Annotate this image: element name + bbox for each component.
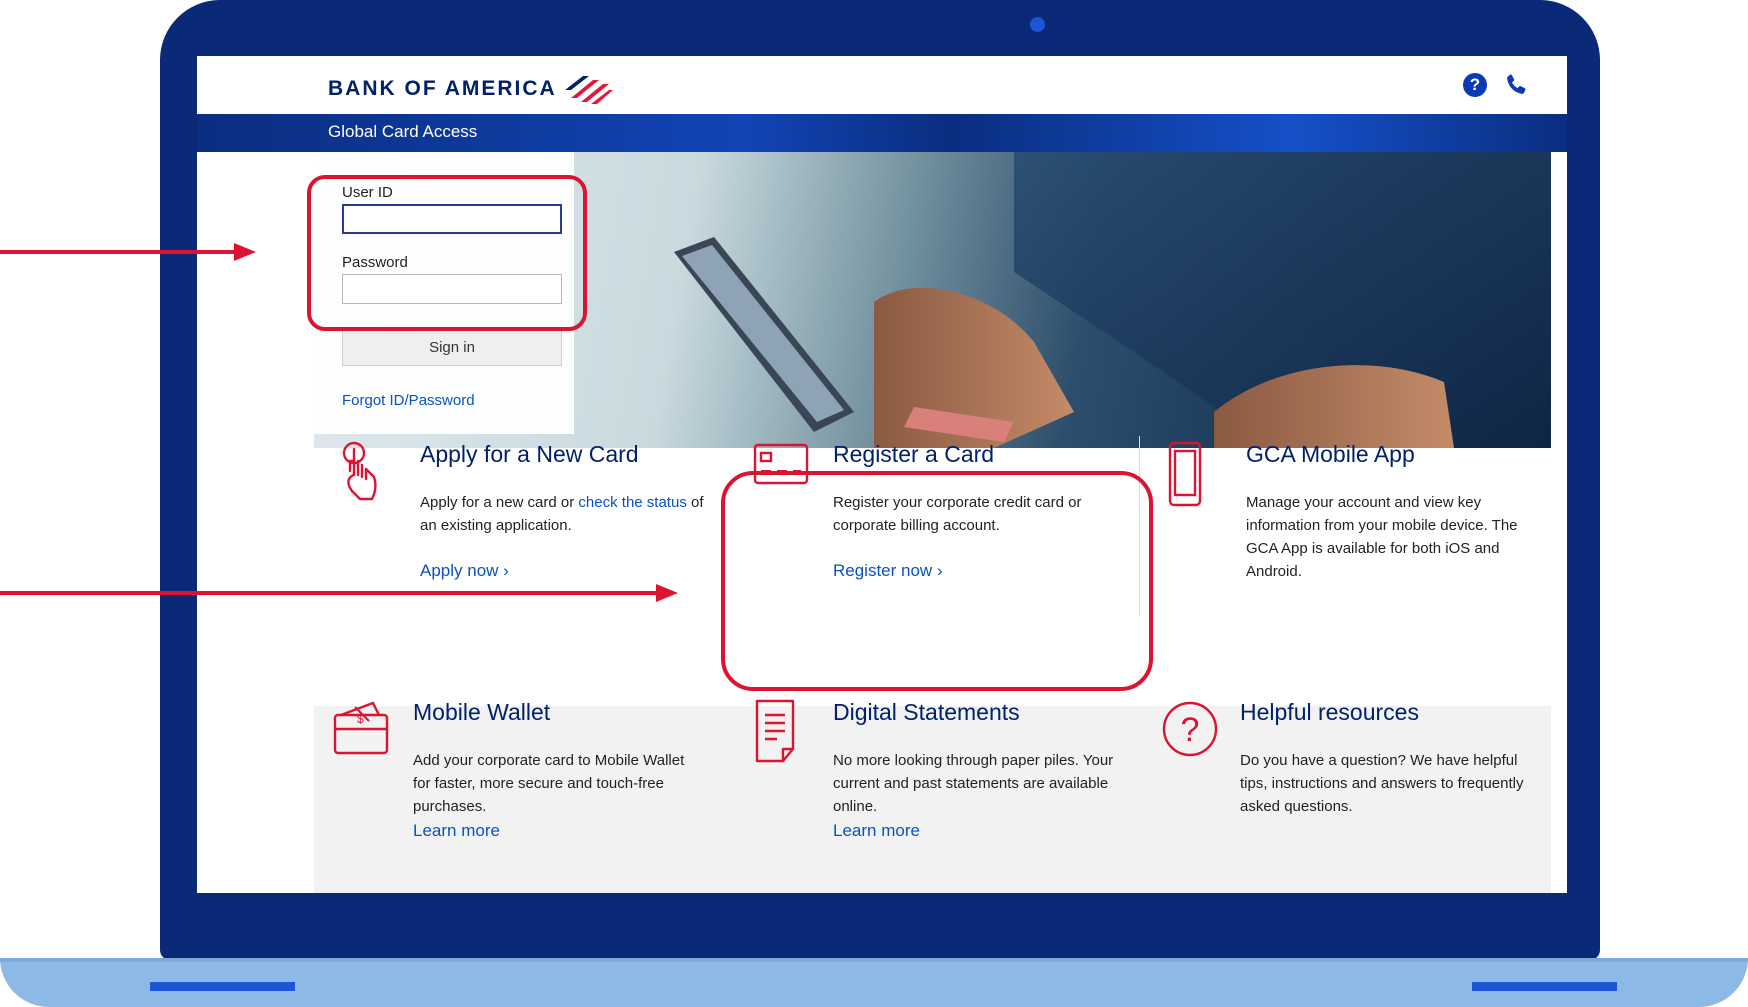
digital-statements-title: Digital Statements xyxy=(833,699,1020,725)
brand-name: BANK OF AMERICA xyxy=(328,77,557,100)
tap-finger-icon xyxy=(342,441,377,501)
apply-card-section: Apply for a New Card Apply for a new car… xyxy=(340,441,710,591)
document-icon xyxy=(755,699,795,763)
app-title: Global Card Access xyxy=(328,122,478,141)
mobile-wallet-learn-more-link[interactable]: Learn more xyxy=(413,821,500,841)
arrow-to-login-icon xyxy=(0,243,256,261)
question-circle-icon[interactable]: ? xyxy=(1463,73,1487,97)
register-title: Register a Card xyxy=(833,441,995,467)
wallet-icon: $ xyxy=(333,701,389,755)
mobile-app-description: Manage your account and view key informa… xyxy=(1246,494,1518,580)
mobile-wallet-section: $ Mobile Wallet Add your corporate card … xyxy=(333,699,703,849)
apply-now-link[interactable]: Apply now › xyxy=(420,561,509,581)
mobile-app-section: GCA Mobile App Manage your account and v… xyxy=(1166,441,1536,591)
svg-text:$: $ xyxy=(357,712,364,726)
helpful-resources-title: Helpful resources xyxy=(1240,699,1419,725)
apply-title: Apply for a New Card xyxy=(420,441,639,467)
phone-icon[interactable] xyxy=(1503,72,1529,98)
sign-in-button[interactable]: Sign in xyxy=(342,328,562,366)
mobile-app-title: GCA Mobile App xyxy=(1246,441,1415,467)
site-header: BANK OF AMERICA ? xyxy=(197,56,1567,114)
login-fields-highlight xyxy=(307,175,587,331)
laptop-base xyxy=(0,958,1748,1007)
camera-dot xyxy=(1030,17,1045,32)
apply-description: Apply for a new card or check the status… xyxy=(420,491,710,537)
bank-logo[interactable]: BANK OF AMERICA xyxy=(328,74,615,104)
question-mark-circle-icon: ? xyxy=(1162,701,1218,757)
check-status-link[interactable]: check the status xyxy=(578,494,686,511)
forgot-id-password-link[interactable]: Forgot ID/Password xyxy=(342,392,475,409)
base-slot-right xyxy=(1472,982,1617,991)
register-card-highlight xyxy=(721,471,1153,691)
digital-statements-description: No more looking through paper piles. You… xyxy=(833,752,1114,815)
mobile-phone-icon xyxy=(1168,441,1202,507)
mobile-wallet-description: Add your corporate card to Mobile Wallet… xyxy=(413,752,685,815)
header-icons: ? xyxy=(1463,72,1529,98)
digital-statements-learn-more-link[interactable]: Learn more xyxy=(833,821,920,841)
apply-text-before: Apply for a new card or xyxy=(420,494,579,511)
mobile-wallet-title: Mobile Wallet xyxy=(413,699,551,725)
digital-statements-section: Digital Statements No more looking throu… xyxy=(753,699,1123,849)
base-slot-left xyxy=(150,982,295,991)
flag-logo-icon xyxy=(564,76,613,104)
helpful-resources-description: Do you have a question? We have helpful … xyxy=(1240,752,1524,815)
arrow-to-register-icon xyxy=(0,584,678,602)
helpful-resources-section: ? Helpful resources Do you have a questi… xyxy=(1160,699,1530,849)
app-title-bar: Global Card Access xyxy=(197,114,1567,152)
svg-text:?: ? xyxy=(1181,711,1200,749)
